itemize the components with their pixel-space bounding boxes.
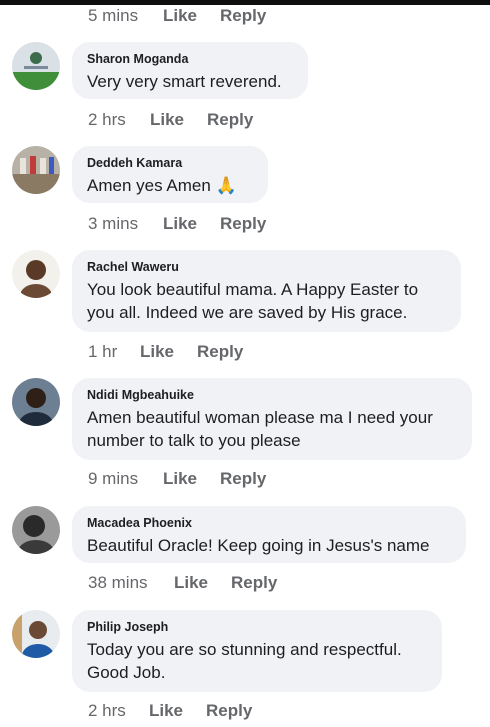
comment-text: You look beautiful mama. A Happy Easter … [87, 280, 419, 322]
reply-button[interactable]: Reply [207, 110, 253, 130]
avatar[interactable] [12, 250, 60, 298]
comment-time: 2 hrs [88, 110, 126, 129]
comment-meta-row: 3 mins Like Reply [88, 214, 388, 236]
comment-meta-row: 1 hr Like Reply [88, 342, 388, 364]
avatar[interactable] [12, 378, 60, 426]
comment-time: 5 mins [88, 6, 139, 25]
comment-time: 9 mins [88, 469, 139, 488]
reply-button[interactable]: Reply [220, 6, 266, 26]
comment-author[interactable]: Rachel Waweru [87, 259, 447, 275]
comment-author[interactable]: Sharon Moganda [87, 51, 294, 67]
comment-author[interactable]: Philip Joseph [87, 619, 428, 635]
comment-bubble: Ndidi Mgbeahuike Amen beautiful woman pl… [72, 378, 472, 460]
avatar[interactable] [12, 610, 60, 658]
comment-bubble: Sharon Moganda Very very smart reverend. [72, 42, 308, 99]
comment-time: 3 mins [88, 214, 139, 233]
reply-button[interactable]: Reply [206, 701, 252, 721]
comment-time: 2 hrs [88, 701, 126, 720]
comment-text: Very very smart reverend. [87, 72, 282, 91]
reply-button[interactable]: Reply [231, 573, 277, 593]
top-edge-bar [0, 0, 490, 5]
avatar[interactable] [12, 146, 60, 194]
like-button[interactable]: Like [163, 6, 197, 26]
comment-meta-row: 9 mins Like Reply [88, 469, 388, 491]
comment-bubble: Macadea Phoenix Beautiful Oracle! Keep g… [72, 506, 466, 563]
comment-bubble: Rachel Waweru You look beautiful mama. A… [72, 250, 461, 332]
comment-text-body: Amen yes Amen [87, 176, 211, 195]
like-button[interactable]: Like [140, 342, 174, 362]
comment-bubble: Philip Joseph Today you are so stunning … [72, 610, 442, 692]
reply-button[interactable]: Reply [197, 342, 243, 362]
comment-author[interactable]: Macadea Phoenix [87, 515, 452, 531]
reply-button[interactable]: Reply [220, 469, 266, 489]
comment-time: 1 hr [88, 342, 118, 361]
avatar[interactable] [12, 42, 60, 90]
comment-time: 38 mins [88, 573, 148, 592]
like-button[interactable]: Like [163, 214, 197, 234]
like-button[interactable]: Like [149, 701, 183, 721]
like-button[interactable]: Like [163, 469, 197, 489]
reply-button[interactable]: Reply [220, 214, 266, 234]
comment-author[interactable]: Ndidi Mgbeahuike [87, 387, 458, 403]
comment-text: Today you are so stunning and respectful… [87, 640, 402, 682]
comment-text: Amen yes Amen 🙏 [87, 174, 254, 198]
comment-text: Beautiful Oracle! Keep going in Jesus's … [87, 536, 430, 555]
praying-hands-emoji-icon: 🙏 [215, 176, 237, 196]
comment-meta-row: 5 mins Like Reply [88, 6, 388, 28]
comment-text: Amen beautiful woman please ma I need yo… [87, 408, 433, 450]
comment-bubble: Deddeh Kamara Amen yes Amen 🙏 [72, 146, 268, 203]
comment-meta-row: 2 hrs Like Reply [88, 110, 388, 132]
like-button[interactable]: Like [150, 110, 184, 130]
avatar[interactable] [12, 506, 60, 554]
comment-meta-row: 38 mins Like Reply [88, 573, 388, 595]
comment-author[interactable]: Deddeh Kamara [87, 155, 254, 171]
comment-meta-row: 2 hrs Like Reply [88, 701, 388, 723]
like-button[interactable]: Like [174, 573, 208, 593]
